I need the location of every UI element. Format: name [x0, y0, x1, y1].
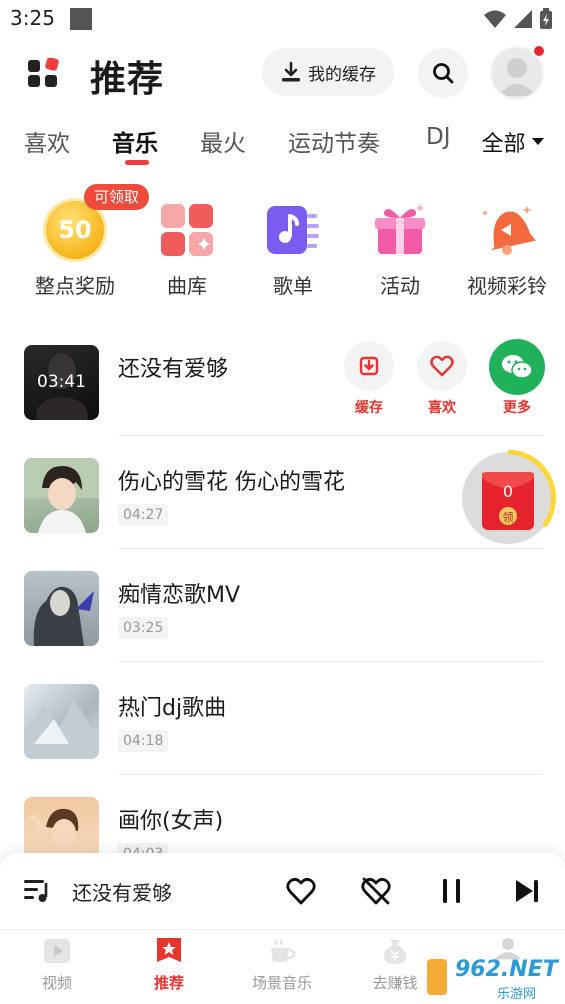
- site-watermark: 962.NET 乐游网: [425, 955, 560, 1002]
- cache-button[interactable]: 缓存: [343, 341, 395, 417]
- cover-figure: [24, 458, 99, 533]
- tab-music[interactable]: 音乐: [112, 124, 158, 158]
- bell-icon: [482, 206, 536, 255]
- video-icon: [44, 939, 70, 963]
- mini-player[interactable]: 还没有爱够: [0, 853, 565, 929]
- library-entry[interactable]: 曲库: [132, 180, 242, 300]
- song-cover: [24, 458, 99, 533]
- notification-icon: [70, 8, 92, 30]
- tab-like[interactable]: 喜欢: [24, 124, 70, 158]
- song-row[interactable]: 热门dj歌曲 04:18: [0, 662, 565, 775]
- more-button[interactable]: 更多: [488, 339, 546, 417]
- more-label: 更多: [503, 400, 531, 416]
- next-track-icon[interactable]: [513, 877, 541, 905]
- player-song-title: 还没有爱够: [72, 881, 172, 905]
- download-icon: [282, 61, 300, 82]
- coin-value: 50: [58, 216, 92, 244]
- nav-video[interactable]: 视频: [7, 930, 107, 1004]
- song-title: 痴情恋歌MV: [118, 583, 241, 608]
- search-icon: [433, 63, 454, 84]
- quick-entry-label: 曲库: [167, 274, 207, 298]
- wifi-icon: [484, 10, 506, 28]
- caret-down-icon: [531, 138, 544, 145]
- page-title: 推荐: [90, 59, 165, 100]
- playlist-queue-icon[interactable]: [22, 877, 52, 905]
- notification-dot: [532, 44, 546, 58]
- red-packet-count: 0: [502, 482, 514, 501]
- activity-entry[interactable]: 活动: [345, 180, 455, 300]
- cover-figure: [33, 586, 94, 646]
- quick-entry-label: 活动: [380, 274, 420, 298]
- tab-indicator: [125, 160, 149, 165]
- nav-label: 场景音乐: [251, 974, 312, 992]
- nav-scene-music[interactable]: 场景音乐: [232, 930, 332, 1004]
- download-box-icon: [359, 356, 379, 376]
- battery-icon: [540, 8, 552, 29]
- heart-icon: [430, 355, 454, 377]
- coffee-cup-icon: [271, 938, 296, 962]
- gift-icon: [375, 204, 425, 254]
- status-bar: 3:25: [0, 0, 565, 38]
- app-screen: 3:25 推荐 我的缓存 喜欢 音乐 最火 运动节奏 DJ 全部 50 可领取 …: [0, 0, 565, 1004]
- all-categories-label: 全部: [481, 132, 526, 157]
- song-cover: [24, 571, 99, 646]
- my-cache-button[interactable]: 我的缓存: [262, 48, 394, 96]
- song-duration: 04:27: [118, 504, 169, 526]
- quick-entry-label: 视频彩铃: [467, 274, 547, 298]
- status-time: 3:25: [10, 6, 55, 30]
- nav-label: 推荐: [153, 974, 184, 992]
- header: 推荐 我的缓存: [0, 38, 565, 108]
- cache-label: 缓存: [355, 400, 383, 416]
- song-row[interactable]: 03:41 还没有爱够 缓存 喜欢 更多: [0, 323, 565, 436]
- song-cover: [24, 684, 99, 759]
- song-duration: 03:25: [118, 617, 169, 639]
- my-cache-label: 我的缓存: [308, 64, 376, 85]
- nav-label: 视频: [41, 974, 72, 992]
- heart-icon[interactable]: [286, 877, 316, 905]
- quick-entry-label: 整点奖励: [35, 274, 115, 298]
- cover-time: 03:41: [37, 372, 86, 392]
- video-ringtone-entry[interactable]: 视频彩铃: [452, 180, 562, 300]
- signal-icon: [514, 10, 532, 28]
- red-packet-claim: 领: [502, 511, 514, 524]
- playlist-entry[interactable]: 歌单: [238, 180, 348, 300]
- library-icon: [161, 204, 213, 256]
- all-categories-button[interactable]: 全部: [460, 112, 565, 172]
- wechat-icon: [502, 355, 533, 379]
- song-cover: 03:41: [24, 345, 99, 420]
- watermark-brand: 962.NET: [455, 957, 558, 982]
- recommend-star-icon: [157, 938, 181, 962]
- like-label: 喜欢: [428, 400, 456, 416]
- status-icons: [483, 8, 553, 30]
- like-button[interactable]: 喜欢: [416, 341, 468, 417]
- cover-figure: [24, 699, 99, 759]
- red-packet-float[interactable]: 0 领: [460, 449, 560, 550]
- song-title: 还没有爱够: [118, 357, 229, 382]
- app-logo-icon[interactable]: [26, 58, 60, 88]
- song-title: 热门dj歌曲: [118, 696, 227, 721]
- song-title: 画你(女声): [118, 809, 224, 834]
- hourly-reward-entry[interactable]: 50 可领取 整点奖励: [20, 180, 150, 300]
- tab-hot[interactable]: 最火: [200, 124, 246, 158]
- song-duration: 04:18: [118, 730, 169, 752]
- quick-entries: 50 可领取 整点奖励 曲库 歌单 活动 视频彩铃: [0, 180, 565, 305]
- song-title: 伤心的雪花 伤心的雪花: [118, 470, 345, 495]
- pause-icon[interactable]: [440, 877, 464, 905]
- tab-workout[interactable]: 运动节奏: [288, 124, 380, 158]
- tab-dj[interactable]: DJ: [426, 124, 451, 150]
- money-bag-icon: [383, 940, 407, 964]
- dislike-heart-icon[interactable]: [361, 877, 391, 905]
- search-button[interactable]: [418, 48, 468, 98]
- watermark-sub: 乐游网: [497, 987, 537, 1002]
- song-row[interactable]: 痴情恋歌MV 03:25: [0, 549, 565, 662]
- category-tabs: 喜欢 音乐 最火 运动节奏 DJ 全部: [0, 112, 565, 172]
- nav-recommend[interactable]: 推荐: [119, 930, 219, 1004]
- quick-entry-label: 歌单: [273, 274, 313, 298]
- playlist-icon: [267, 206, 319, 254]
